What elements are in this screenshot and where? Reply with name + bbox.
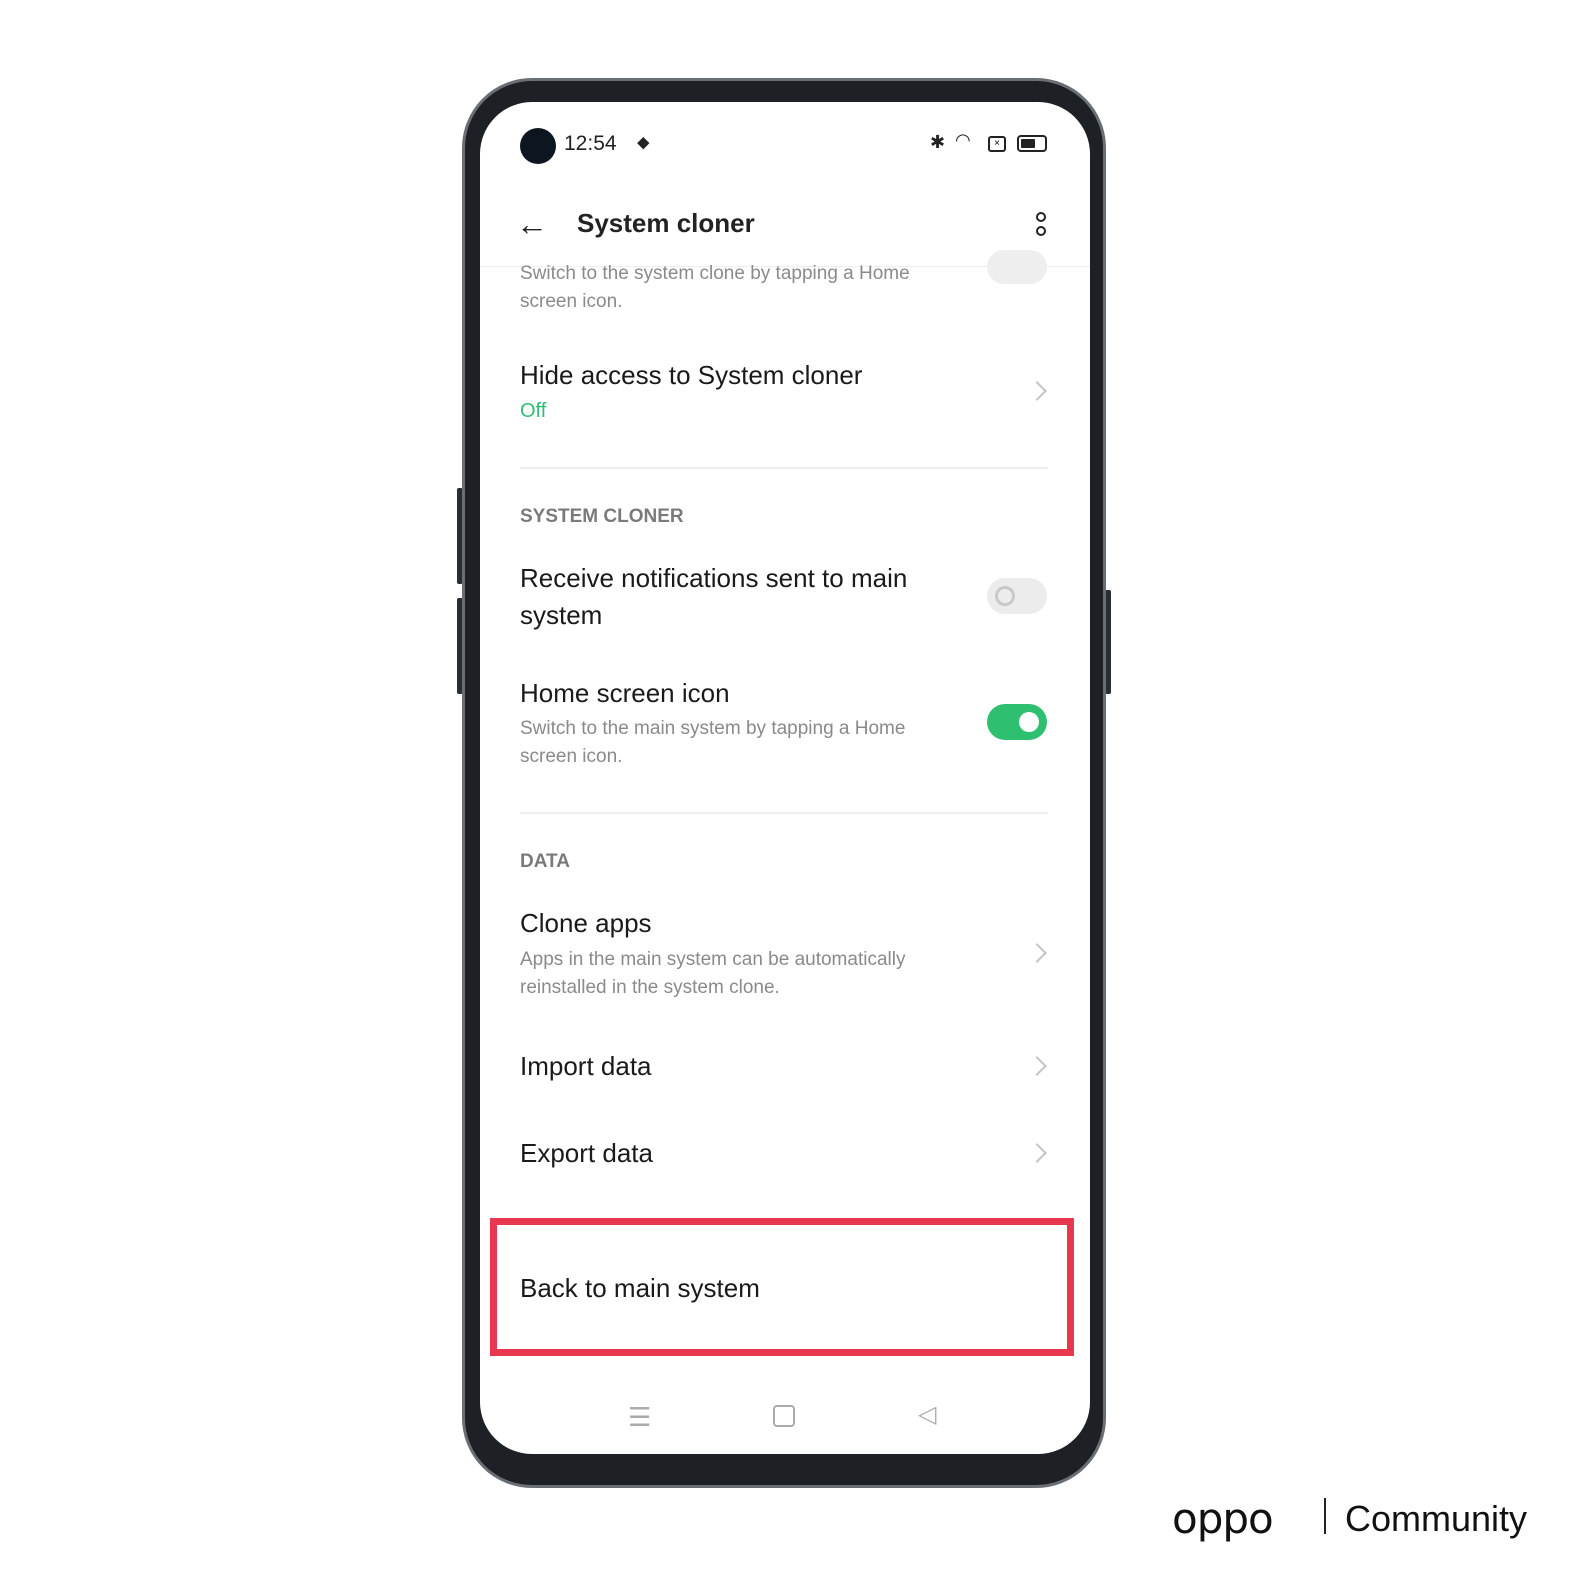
receive-notifications-label: Receive notifications sent to main syste… <box>520 563 908 630</box>
bluetooth-icon: ✱ <box>930 132 946 152</box>
back-nav-icon[interactable]: ◁ <box>918 1400 936 1429</box>
back-arrow-icon[interactable]: ← <box>516 206 548 243</box>
chevron-right-icon <box>1027 381 1047 401</box>
export-data-label: Export data <box>520 1138 653 1168</box>
highlight-box <box>490 1218 1074 1356</box>
divider <box>520 467 1048 469</box>
hide-access-value: Off <box>520 400 547 422</box>
status-time: 12:54 <box>564 132 617 155</box>
battery-icon <box>1017 135 1047 152</box>
location-icon: ⬥ <box>637 132 650 152</box>
import-data-row[interactable]: Import data <box>480 1027 1090 1103</box>
import-data-label: Import data <box>520 1051 652 1081</box>
wifi-icon: ◠ <box>955 130 971 150</box>
more-options-icon[interactable] <box>1036 212 1048 240</box>
chevron-right-icon <box>1027 1056 1047 1076</box>
clone-apps-subtitle: Apps in the main system can be automatic… <box>520 949 906 998</box>
chevron-right-icon <box>1027 943 1047 963</box>
chevron-right-icon <box>1027 1143 1047 1163</box>
clone-apps-label: Clone apps <box>520 908 652 938</box>
hide-access-row[interactable]: Hide access to System cloner Off <box>480 342 1090 452</box>
section-header-system-cloner: SYSTEM CLONER <box>520 506 684 527</box>
oppo-logo: oppo <box>1172 1494 1274 1543</box>
home-screen-icon-subtitle: Switch to the main system by tapping a H… <box>520 718 906 767</box>
divider <box>520 812 1048 814</box>
receive-notifications-toggle[interactable] <box>987 578 1047 614</box>
clone-apps-row[interactable]: Clone apps Apps in the main system can b… <box>480 892 1090 1012</box>
export-data-row[interactable]: Export data <box>480 1114 1090 1190</box>
home-screen-icon-toggle[interactable] <box>987 704 1047 740</box>
sim-icon: × <box>988 136 1006 152</box>
top-item-subtitle: Switch to the system clone by tapping a … <box>520 263 910 312</box>
recents-nav-icon[interactable]: ☰ <box>628 1402 651 1433</box>
top-toggle[interactable] <box>987 250 1047 284</box>
home-screen-icon-label: Home screen icon <box>520 678 730 708</box>
hide-access-label: Hide access to System cloner <box>520 360 863 390</box>
watermark-community: Community <box>1345 1498 1528 1539</box>
home-nav-icon[interactable] <box>773 1405 795 1427</box>
page-title: System cloner <box>577 208 755 238</box>
watermark-divider <box>1324 1498 1326 1534</box>
camera-punch-hole <box>520 128 556 164</box>
section-header-data: DATA <box>520 851 570 872</box>
